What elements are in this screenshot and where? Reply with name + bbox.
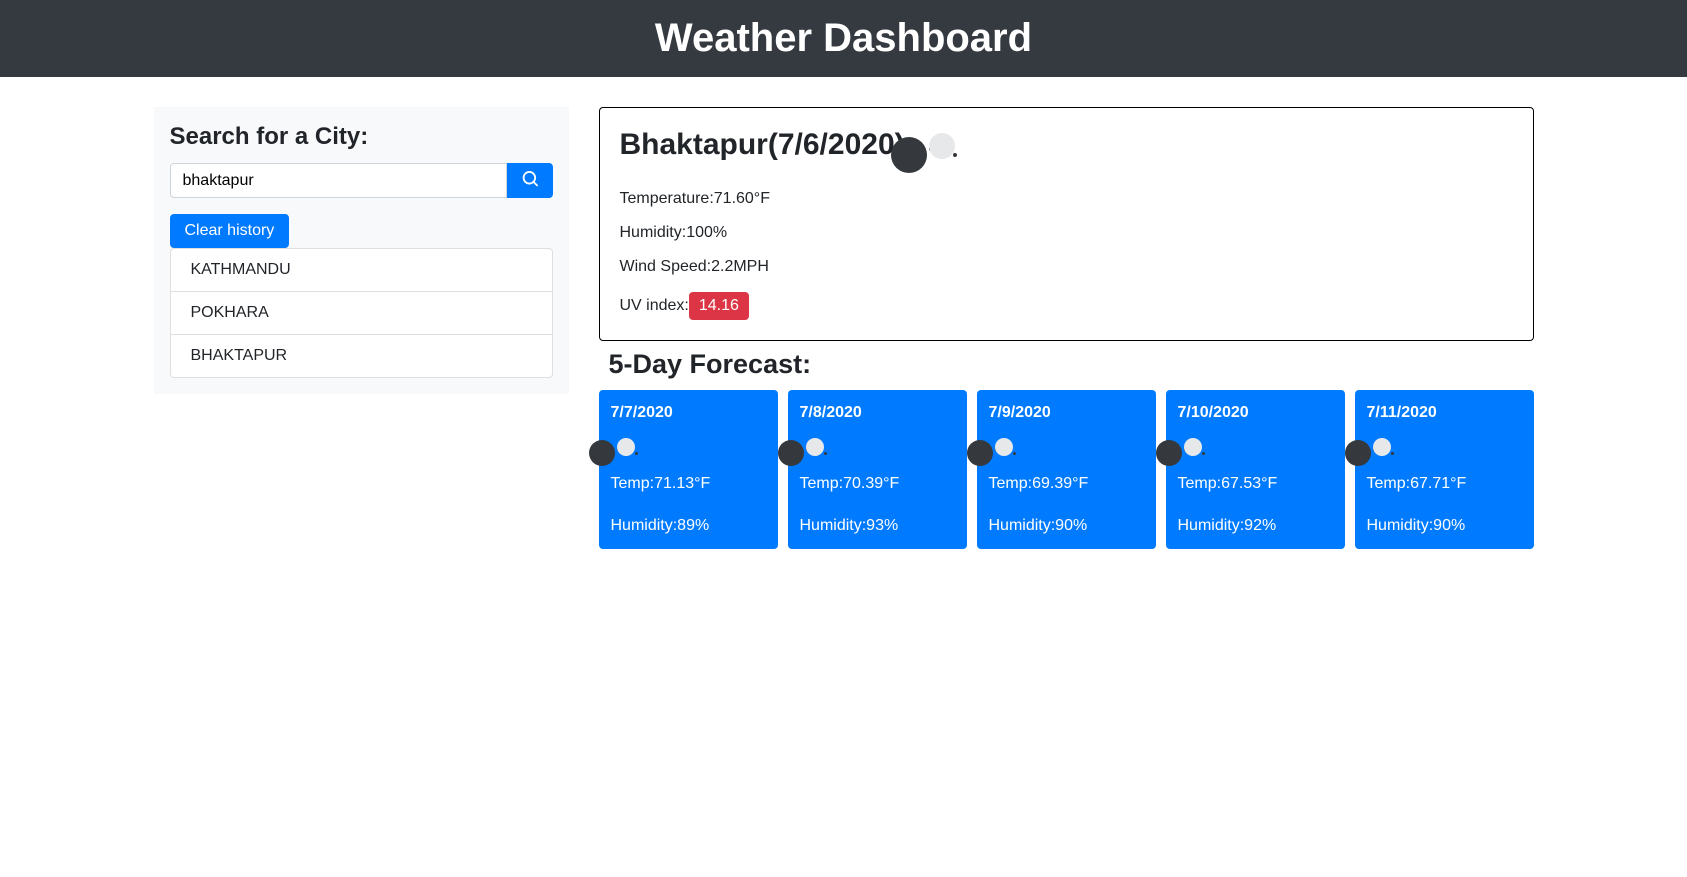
history-item[interactable]: BHAKTAPUR	[171, 335, 552, 377]
weather-main: Bhaktapur(7/6/2020) Temperature:71.60°F …	[599, 107, 1534, 549]
search-sidebar: Search for a City: Clear history KATHMAN…	[154, 107, 569, 394]
forecast-row: 7/7/2020 Temp:71.13°F Humidity:89% 7/8/2…	[599, 390, 1534, 549]
forecast-heading: 5-Day Forecast:	[609, 349, 1534, 380]
city-search-input[interactable]	[170, 163, 507, 198]
forecast-date: 7/10/2020	[1178, 404, 1333, 422]
forecast-temp: Temp:70.39°F	[800, 475, 955, 493]
main-container: Search for a City: Clear history KATHMAN…	[139, 77, 1549, 549]
current-wind: Wind Speed:2.2MPH	[620, 258, 1513, 276]
forecast-date: 7/7/2020	[611, 404, 766, 422]
forecast-humidity: Humidity:90%	[989, 517, 1144, 535]
forecast-date: 7/11/2020	[1367, 404, 1522, 422]
forecast-temp: Temp:67.53°F	[1178, 475, 1333, 493]
forecast-card: 7/9/2020 Temp:69.39°F Humidity:90%	[977, 390, 1156, 549]
forecast-humidity: Humidity:90%	[1367, 517, 1522, 535]
forecast-temp: Temp:67.71°F	[1367, 475, 1522, 493]
forecast-humidity: Humidity:89%	[611, 517, 766, 535]
history-item[interactable]: KATHMANDU	[171, 249, 552, 292]
search-input-group	[170, 163, 553, 198]
search-history-list: KATHMANDU POKHARA BHAKTAPUR	[170, 248, 553, 378]
forecast-humidity: Humidity:92%	[1178, 517, 1333, 535]
clear-history-button[interactable]: Clear history	[170, 214, 290, 248]
app-header: Weather Dashboard	[0, 0, 1687, 77]
forecast-date: 7/9/2020	[989, 404, 1144, 422]
forecast-card: 7/8/2020 Temp:70.39°F Humidity:93%	[788, 390, 967, 549]
forecast-card: 7/11/2020 Temp:67.71°F Humidity:90%	[1355, 390, 1534, 549]
forecast-date: 7/8/2020	[800, 404, 955, 422]
search-icon	[522, 171, 538, 187]
forecast-card: 7/10/2020 Temp:67.53°F Humidity:92%	[1166, 390, 1345, 549]
uv-badge: 14.16	[689, 292, 749, 320]
current-city-date: Bhaktapur(7/6/2020)	[620, 128, 905, 162]
app-title: Weather Dashboard	[0, 16, 1687, 61]
current-stats: Temperature:71.60°F Humidity:100% Wind S…	[620, 190, 1513, 320]
current-humidity: Humidity:100%	[620, 224, 1513, 242]
forecast-temp: Temp:69.39°F	[989, 475, 1144, 493]
forecast-humidity: Humidity:93%	[800, 517, 955, 535]
current-weather-card: Bhaktapur(7/6/2020) Temperature:71.60°F …	[599, 107, 1534, 341]
history-item[interactable]: POKHARA	[171, 292, 552, 335]
current-uv: UV index:14.16	[620, 292, 1513, 320]
forecast-card: 7/7/2020 Temp:71.13°F Humidity:89%	[599, 390, 778, 549]
current-temperature: Temperature:71.60°F	[620, 190, 1513, 208]
forecast-temp: Temp:71.13°F	[611, 475, 766, 493]
search-heading: Search for a City:	[170, 123, 553, 151]
search-button[interactable]	[507, 163, 553, 198]
